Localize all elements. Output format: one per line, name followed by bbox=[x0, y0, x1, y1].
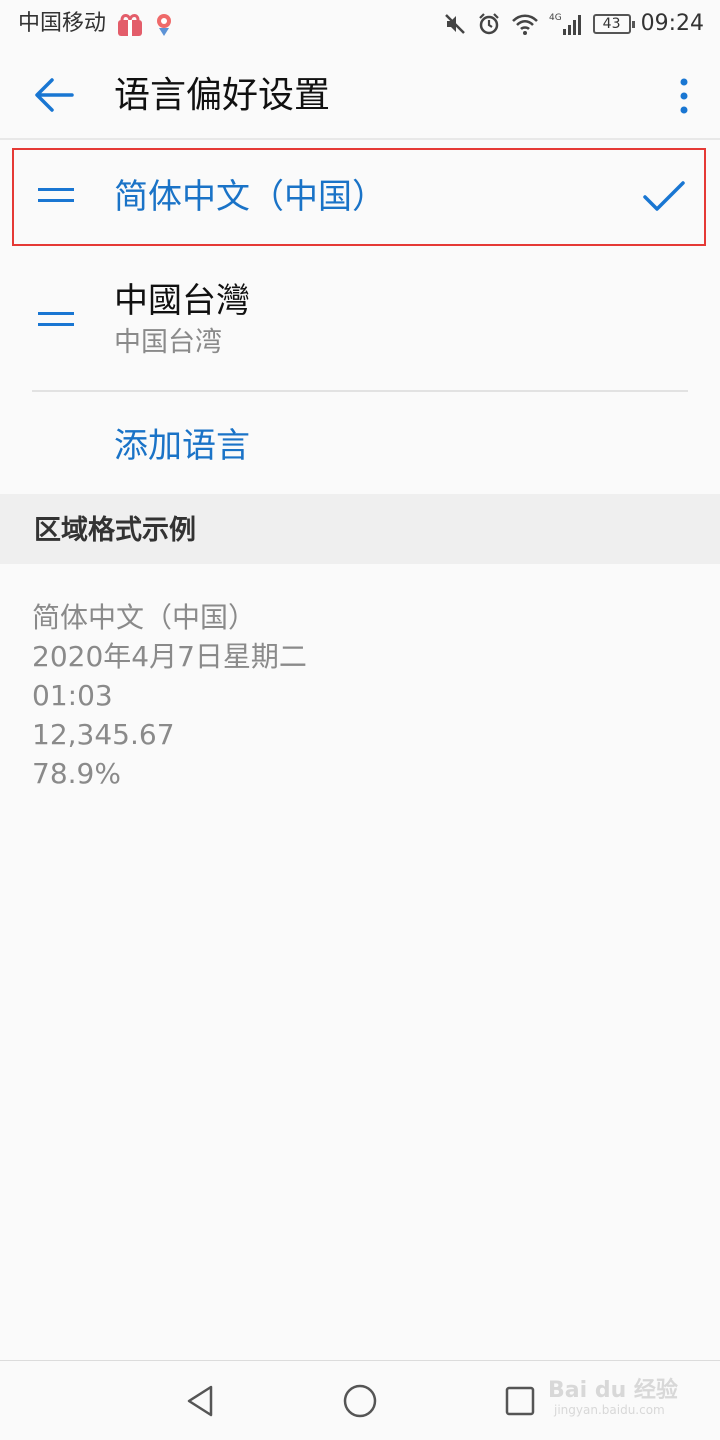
example-time: 01:03 bbox=[32, 679, 113, 712]
drag-handle-icon[interactable] bbox=[38, 312, 74, 328]
alarm-icon bbox=[478, 13, 499, 35]
language-subtitle: 中国台湾 bbox=[114, 327, 222, 358]
svg-text:4G: 4G bbox=[549, 13, 562, 23]
example-language: 简体中文（中国） bbox=[32, 601, 257, 634]
status-bar: 中国移动 4G 43 09:24 bbox=[0, 0, 720, 48]
gift-icon bbox=[118, 14, 142, 36]
divider bbox=[32, 390, 688, 392]
carrier-name: 中国移动 bbox=[18, 11, 107, 36]
wifi-icon bbox=[511, 14, 538, 35]
region-format-example: 简体中文（中国） 2020年4月7日星期二 01:03 12,345.67 78… bbox=[32, 598, 307, 793]
language-name: 中國台灣 bbox=[114, 281, 250, 321]
arrow-back-icon bbox=[35, 78, 74, 112]
example-number: 12,345.67 bbox=[32, 718, 175, 751]
clock: 09:24 bbox=[640, 11, 704, 36]
nav-back-icon bbox=[187, 1385, 213, 1417]
battery-indicator: 43 bbox=[592, 14, 635, 34]
navigation-bar: Bai du 经验 jingyan.baidu.com bbox=[0, 1360, 720, 1440]
language-item[interactable]: 中國台灣 中国台湾 bbox=[0, 262, 720, 390]
nav-recent-icon bbox=[505, 1386, 535, 1416]
more-options-button[interactable] bbox=[672, 72, 696, 120]
language-preferences-screen: 中国移动 4G 43 09:24 语言偏好设置 简体中文（中国） 中國台灣 中国… bbox=[0, 0, 720, 1440]
add-language-button[interactable]: 添加语言 bbox=[114, 424, 250, 468]
app-bar: 语言偏好设置 bbox=[0, 48, 720, 140]
carrier-icons bbox=[116, 12, 174, 38]
nav-back-button[interactable] bbox=[182, 1383, 218, 1419]
watermark-text: Bai du 经验 bbox=[548, 1378, 678, 1403]
location-pin-icon bbox=[157, 14, 171, 36]
page-title: 语言偏好设置 bbox=[114, 75, 331, 116]
mute-icon bbox=[444, 14, 465, 34]
nav-home-button[interactable] bbox=[342, 1383, 378, 1419]
status-icons: 4G 43 09:24 bbox=[443, 8, 704, 40]
nav-home-icon bbox=[343, 1384, 377, 1418]
selection-highlight bbox=[12, 148, 706, 246]
nav-recent-button[interactable] bbox=[504, 1385, 536, 1417]
signal-4g-icon: 4G bbox=[549, 13, 581, 35]
more-vert-icon bbox=[680, 78, 688, 114]
region-section-header: 区域格式示例 bbox=[0, 494, 720, 564]
section-title: 区域格式示例 bbox=[34, 515, 196, 546]
example-percent: 78.9% bbox=[32, 757, 121, 790]
example-date: 2020年4月7日星期二 bbox=[32, 640, 307, 673]
watermark-url: jingyan.baidu.com bbox=[554, 1403, 665, 1417]
baidu-watermark: Bai du 经验 jingyan.baidu.com bbox=[548, 1379, 708, 1425]
back-button[interactable] bbox=[28, 72, 82, 118]
